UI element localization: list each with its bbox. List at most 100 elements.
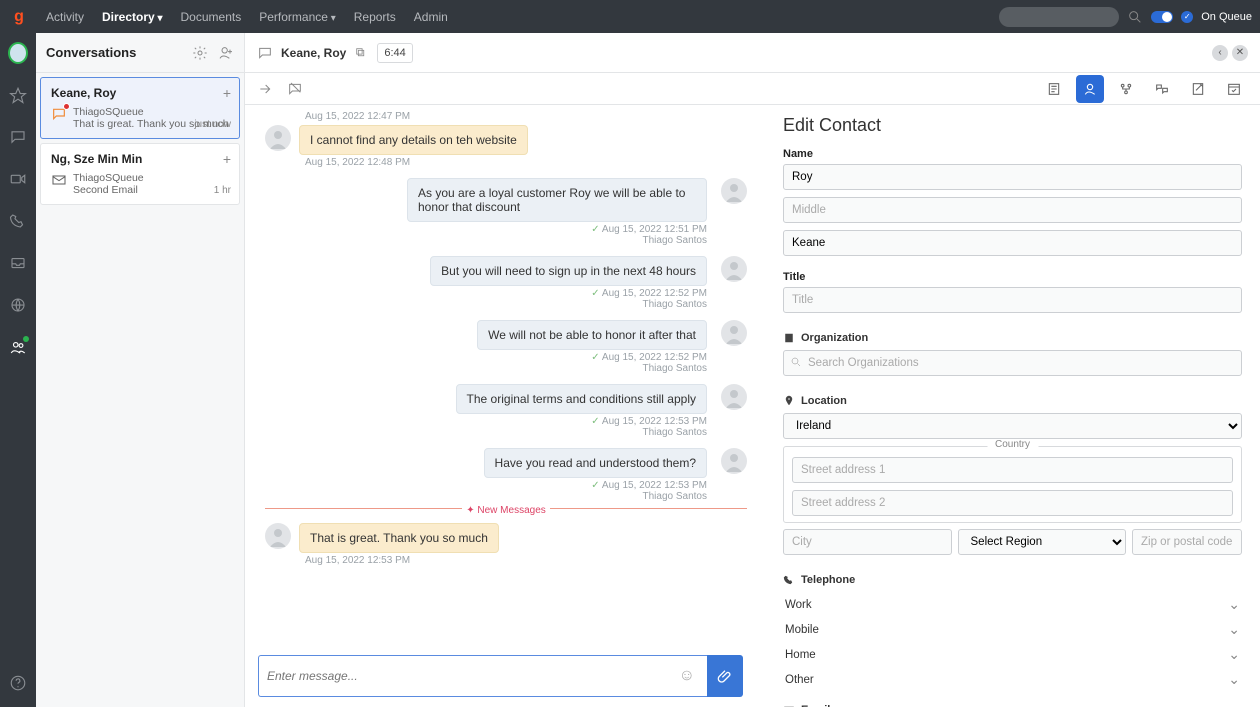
avatar (721, 448, 747, 474)
chat-icon (257, 45, 273, 61)
avatar (721, 178, 747, 204)
chevron-down-icon (1228, 596, 1240, 613)
add-icon[interactable]: + (223, 152, 231, 166)
minimize-button[interactable]: ‹ (1212, 45, 1228, 61)
nav-reports[interactable]: Reports (354, 10, 396, 24)
rail-profile[interactable] (8, 43, 28, 63)
schedule-icon[interactable] (1220, 75, 1248, 103)
nav-performance[interactable]: Performance (259, 10, 336, 24)
rail-chat[interactable] (8, 127, 28, 147)
middle-name-input[interactable] (783, 197, 1242, 223)
city-input[interactable] (783, 529, 952, 555)
outbound-message: We will not be able to honor it after th… (265, 320, 747, 350)
phone-type-label: Other (785, 674, 814, 686)
settings-icon[interactable] (192, 45, 208, 61)
attach-button[interactable] (707, 655, 743, 697)
global-search[interactable] (999, 7, 1119, 27)
script-icon[interactable] (1040, 75, 1068, 103)
avatar (265, 523, 291, 549)
phone-type-label: Mobile (785, 624, 819, 636)
last-name-input[interactable] (783, 230, 1242, 256)
nav-admin[interactable]: Admin (414, 10, 448, 24)
contact-icon[interactable] (1076, 75, 1104, 103)
outbound-message: But you will need to sign up in the next… (265, 256, 747, 286)
telephone-section: Telephone (783, 574, 1242, 586)
nav-links: Activity Directory Documents Performance Rep… (46, 10, 448, 24)
conversation-item[interactable]: Keane, Roy+ThiagoSQueueThat is great. Th… (40, 77, 240, 139)
add-icon[interactable]: + (223, 86, 231, 100)
copy-icon[interactable] (354, 46, 367, 59)
chevron-down-icon (1228, 671, 1240, 688)
top-nav: ɡ Activity Directory Documents Performance R… (0, 0, 1260, 33)
rail-globe[interactable] (8, 295, 28, 315)
responses-icon[interactable] (1148, 75, 1176, 103)
zip-input[interactable] (1132, 529, 1242, 555)
search-icon[interactable] (1127, 9, 1143, 25)
name-label: Name (783, 148, 1242, 160)
country-legend: Country (987, 439, 1038, 450)
conversation-contact-name: Keane, Roy (281, 46, 346, 60)
message-input[interactable] (267, 669, 675, 683)
phone-type-label: Home (785, 649, 816, 661)
conversation-action-bar (245, 73, 1260, 105)
messages-area: Aug 15, 2022 12:47 PM I cannot find any d… (245, 105, 755, 647)
rail-help[interactable] (8, 673, 28, 693)
left-rail (0, 33, 36, 707)
first-name-input[interactable] (783, 164, 1242, 190)
conversations-title: Conversations (46, 45, 136, 60)
rail-phone[interactable] (8, 211, 28, 231)
nav-activity[interactable]: Activity (46, 10, 84, 24)
on-queue-toggle[interactable] (1151, 11, 1173, 23)
organization-section: Organization (783, 332, 1242, 344)
outbound-message: Have you read and understood them? (265, 448, 747, 478)
avatar (721, 384, 747, 410)
rail-video[interactable] (8, 169, 28, 189)
journey-icon[interactable] (1112, 75, 1140, 103)
location-label: Location (801, 395, 847, 407)
emoji-icon[interactable]: ☺ (675, 667, 699, 685)
search-icon (790, 356, 802, 368)
add-person-icon[interactable] (218, 45, 234, 61)
app-logo: ɡ (8, 8, 30, 26)
status-check-icon: ✓ (1181, 11, 1193, 23)
canned-response-icon[interactable] (287, 81, 303, 97)
avatar (721, 256, 747, 282)
message-meta: ✓ Aug 15, 2022 12:53 PMThiago Santos (265, 416, 707, 438)
country-select[interactable]: Ireland (783, 413, 1242, 439)
conversations-header: Conversations (36, 33, 244, 73)
title-label: Title (783, 271, 1242, 283)
nav-directory[interactable]: Directory (102, 10, 163, 24)
phone-type-row[interactable]: Other (783, 667, 1242, 692)
outbound-message: As you are a loyal customer Roy we will … (265, 178, 747, 222)
message-timestamp: Aug 15, 2022 12:47 PM (305, 111, 747, 122)
phone-type-row[interactable]: Mobile (783, 617, 1242, 642)
phone-type-label: Work (785, 599, 812, 611)
outbound-message: The original terms and conditions still … (265, 384, 747, 414)
message-timestamp: Aug 15, 2022 12:48 PM (305, 157, 747, 168)
chevron-down-icon (1228, 621, 1240, 638)
message-timestamp: Aug 15, 2022 12:53 PM (305, 555, 747, 566)
conversation-item[interactable]: Ng, Sze Min Min+ThiagoSQueueSecond Email… (40, 143, 240, 205)
chevron-down-icon (1228, 646, 1240, 663)
organization-search-input[interactable] (783, 350, 1242, 376)
phone-type-row[interactable]: Home (783, 642, 1242, 667)
inbound-message: I cannot find any details on teh website (265, 125, 747, 155)
message-meta: ✓ Aug 15, 2022 12:52 PMThiago Santos (265, 352, 707, 374)
chat-icon (51, 106, 67, 122)
contact-panel-title: Edit Contact (783, 115, 1242, 136)
rail-favorites[interactable] (8, 85, 28, 105)
notes-icon[interactable] (1184, 75, 1212, 103)
phone-type-row[interactable]: Work (783, 592, 1242, 617)
region-select[interactable]: Select Region (958, 529, 1127, 555)
nav-documents[interactable]: Documents (181, 10, 242, 24)
close-button[interactable]: ✕ (1232, 45, 1248, 61)
title-input[interactable] (783, 287, 1242, 313)
rail-inbox[interactable] (8, 253, 28, 273)
message-composer: ☺ (258, 655, 743, 697)
message-meta: ✓ Aug 15, 2022 12:52 PMThiago Santos (265, 288, 707, 310)
rail-people[interactable] (8, 337, 28, 357)
conversation-header: Keane, Roy 6:44 ‹ ✕ (245, 33, 1260, 73)
transfer-icon[interactable] (257, 81, 273, 97)
street2-input[interactable] (792, 490, 1233, 516)
street1-input[interactable] (792, 457, 1233, 483)
